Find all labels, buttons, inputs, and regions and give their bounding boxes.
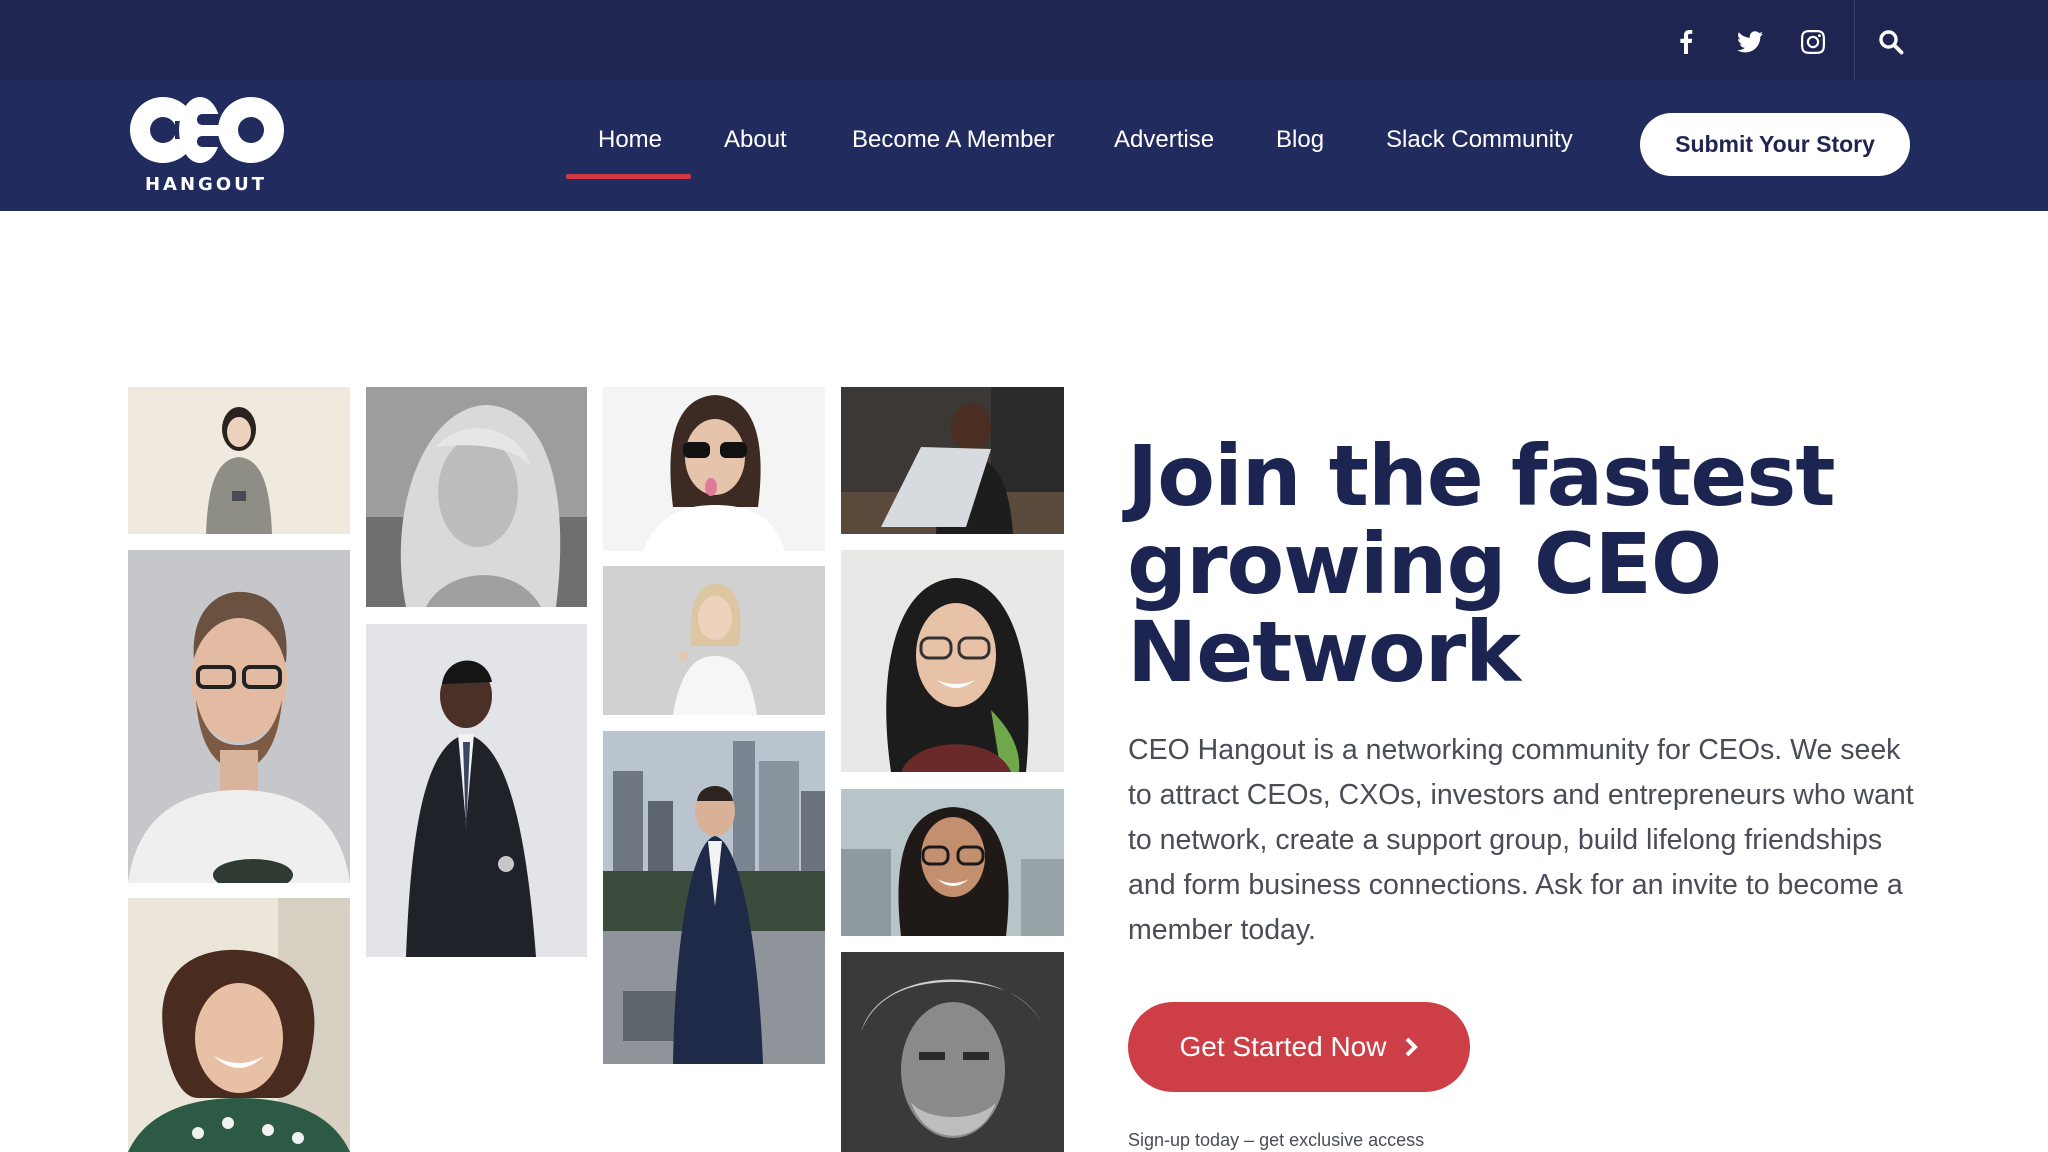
logo-subtitle: HANGOUT	[144, 174, 268, 195]
instagram-icon[interactable]	[1793, 22, 1833, 62]
topbar-divider	[1854, 0, 1855, 80]
nav-item-about[interactable]: About	[724, 120, 787, 160]
member-photo	[841, 952, 1064, 1152]
chevron-right-icon	[1406, 1037, 1419, 1057]
hero-description: CEO Hangout is a networking community fo…	[1128, 734, 1914, 946]
nav-active-indicator	[566, 174, 691, 179]
member-photo	[603, 566, 825, 715]
submit-your-story-button[interactable]: Submit Your Story	[1640, 113, 1910, 176]
member-photo	[128, 550, 350, 883]
nav-item-home[interactable]: Home	[598, 120, 662, 160]
member-photo	[841, 387, 1064, 534]
member-photo	[841, 550, 1064, 772]
member-photo	[366, 624, 587, 957]
hero-title: Join the fastest growing CEO Network	[1127, 427, 1835, 701]
logo[interactable]: HANGOUT	[127, 94, 285, 196]
search-icon[interactable]	[1869, 20, 1913, 64]
nav-item-advertise[interactable]: Advertise	[1114, 120, 1214, 160]
member-photo	[603, 731, 825, 1064]
signup-fineprint: Sign-up today – get exclusive access	[1128, 1130, 1425, 1150]
member-photo	[366, 387, 587, 607]
member-photo	[128, 898, 350, 1152]
logo-mark	[130, 97, 284, 163]
nav-item-blog[interactable]: Blog	[1276, 120, 1324, 160]
get-started-label: Get Started Now	[1179, 1031, 1387, 1062]
facebook-icon[interactable]	[1666, 22, 1706, 62]
member-photo	[841, 789, 1064, 936]
member-photo	[603, 387, 825, 551]
nav-item-slack-community[interactable]: Slack Community	[1386, 120, 1573, 160]
member-photo	[128, 387, 350, 534]
twitter-icon[interactable]	[1730, 22, 1770, 62]
get-started-button[interactable]: Get Started Now	[1128, 1002, 1470, 1092]
nav-item-become-a-member[interactable]: Become A Member	[852, 120, 1055, 160]
